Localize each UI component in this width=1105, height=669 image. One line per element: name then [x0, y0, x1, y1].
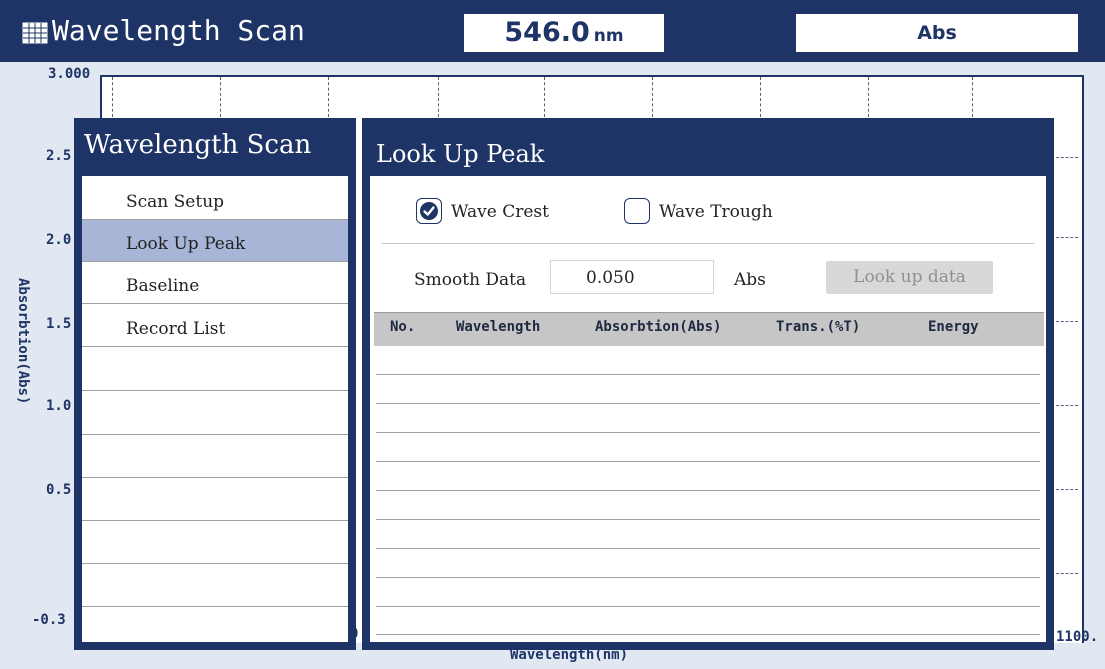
grid-line: [1056, 489, 1078, 490]
grid-line: [1056, 573, 1078, 574]
grid-line: [220, 77, 221, 117]
grid-line: [1056, 405, 1078, 406]
wavelength-unit: nm: [593, 26, 624, 46]
column-header-absorbtion: Absorbtion(Abs): [595, 319, 722, 335]
grid-line: [1056, 157, 1078, 158]
menu-item-look-up-peak[interactable]: Look Up Peak: [82, 220, 348, 262]
wavelength-display[interactable]: 546.0 nm: [464, 14, 664, 52]
grid-line: [868, 77, 869, 117]
smooth-data-input[interactable]: 0.050: [550, 260, 714, 294]
grid-table-icon: [22, 22, 48, 44]
table-row[interactable]: [376, 577, 1040, 578]
y-tick-label: 1.5: [46, 316, 72, 332]
table-row[interactable]: [376, 461, 1040, 462]
menu-divider: [82, 434, 348, 435]
wave-crest-label: Wave Crest: [451, 202, 549, 222]
grid-line: [438, 77, 439, 117]
menu-divider: [82, 520, 348, 521]
table-row[interactable]: [376, 519, 1040, 520]
grid-line: [1056, 321, 1078, 322]
menu-divider: [82, 606, 348, 607]
column-header-no: No.: [390, 319, 416, 335]
grid-line: [972, 77, 973, 117]
menu-item-record-list[interactable]: Record List: [82, 305, 348, 347]
table-row[interactable]: [376, 403, 1040, 404]
grid-line: [112, 77, 113, 117]
grid-line: [328, 77, 329, 117]
menu-divider: [82, 477, 348, 478]
column-header-trans: Trans.(%T): [776, 319, 861, 335]
smooth-data-label: Smooth Data: [414, 270, 527, 290]
wave-crest-checkbox[interactable]: [416, 198, 442, 224]
table-row[interactable]: [376, 606, 1040, 607]
table-row[interactable]: [376, 634, 1040, 635]
y-tick-label: 2.5: [46, 148, 72, 164]
x-tick-label: 1100.: [1056, 629, 1099, 645]
wavelength-value: 546.0: [504, 17, 590, 48]
app-title: Wavelength Scan: [52, 14, 305, 47]
dialog-title: Look Up Peak: [376, 140, 545, 168]
divider: [382, 243, 1034, 244]
y-tick-label: 2.0: [46, 232, 72, 248]
table-row[interactable]: [376, 548, 1040, 549]
grid-line: [1056, 237, 1078, 238]
look-up-data-button[interactable]: Look up data: [826, 261, 993, 294]
menu-divider: [82, 563, 348, 564]
table-row[interactable]: [376, 490, 1040, 491]
column-header-energy: Energy: [928, 319, 979, 335]
y-tick-label: -0.3: [32, 612, 66, 628]
grid-line: [760, 77, 761, 117]
wave-trough-checkbox[interactable]: [624, 198, 650, 224]
wave-trough-label: Wave Trough: [659, 202, 773, 222]
checkmark-icon: [419, 201, 438, 220]
table-row[interactable]: [376, 432, 1040, 433]
menu-title: Wavelength Scan: [84, 130, 312, 160]
y-tick-label: 0.5: [46, 482, 72, 498]
table-row[interactable]: [376, 374, 1040, 375]
measurement-mode-display[interactable]: Abs: [796, 14, 1078, 52]
smooth-data-unit: Abs: [734, 270, 766, 290]
y-axis-title: Absorbtion(Abs): [15, 278, 31, 404]
menu-item-scan-setup[interactable]: Scan Setup: [82, 178, 348, 220]
dialog-body: [370, 176, 1046, 642]
y-tick-label: 1.0: [46, 398, 72, 414]
y-tick-label: 3.000: [48, 66, 91, 82]
menu-item-baseline[interactable]: Baseline: [82, 262, 348, 304]
column-header-wavelength: Wavelength: [456, 319, 541, 335]
menu-divider: [82, 390, 348, 391]
grid-line: [544, 77, 545, 117]
grid-line: [652, 77, 653, 117]
